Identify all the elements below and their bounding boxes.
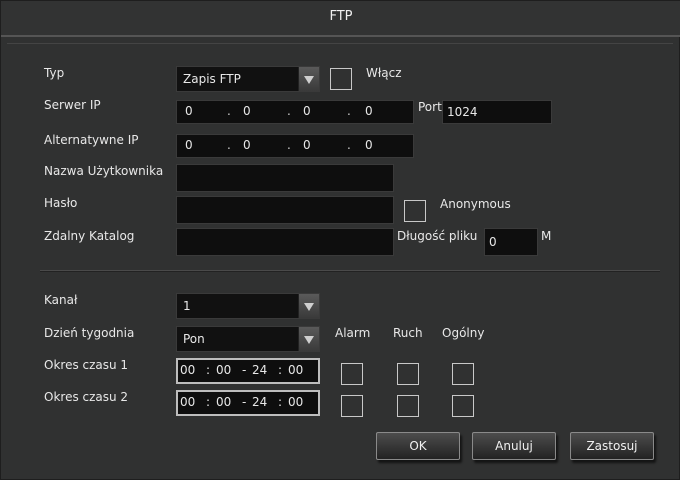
username-label: Nazwa Użytkownika [44,164,164,178]
channel-label: Kanał [44,293,78,307]
period-2-start-minute: 00 [216,395,232,409]
ip-dot: . [227,138,231,152]
chevron-down-icon[interactable] [298,294,319,318]
period-2-motion-checkbox[interactable] [397,395,419,417]
range-separator: - [242,363,247,377]
server-ip-octet-2: 0 [243,104,251,118]
period-2-start-hour: 00 [180,395,196,409]
title-bar: FTP [1,1,680,37]
weekday-select-value: Pon [183,332,205,346]
period-1-label: Okres czasu 1 [44,358,129,372]
server-ip-octet-3: 0 [303,104,311,118]
password-label: Hasło [44,196,78,210]
chevron-down-icon[interactable] [298,327,319,351]
period-2-alarm-checkbox[interactable] [341,395,363,417]
period-2-time-input[interactable]: 00 : 00 - 24 : 00 [176,390,320,416]
anonymous-label: Anonymous [440,197,511,211]
alt-ip-octet-2: 0 [243,138,251,152]
time-separator: : [278,363,283,377]
enable-checkbox[interactable] [330,68,352,90]
range-separator: - [242,395,247,409]
server-ip-label: Serwer IP [44,98,101,112]
period-2-label: Okres czasu 2 [44,390,129,404]
cancel-button[interactable]: Anuluj [472,432,556,460]
col-motion-label: Ruch [393,326,423,340]
file-length-label: Długość pliku [397,229,478,243]
password-input[interactable] [176,196,394,224]
col-alarm-label: Alarm [335,326,371,340]
port-input[interactable]: 1024 [442,100,552,124]
period-1-end-minute: 00 [288,363,304,377]
period-1-general-checkbox[interactable] [452,363,474,385]
alt-ip-octet-1: 0 [185,138,193,152]
port-label: Port [418,100,442,114]
weekday-select[interactable]: Pon [176,326,320,352]
alt-ip-label: Alternatywne IP [44,133,139,147]
period-1-start-hour: 00 [180,363,196,377]
alt-ip-octet-4: 0 [365,138,373,152]
period-1-time-input[interactable]: 00 : 00 - 24 : 00 [176,358,320,384]
period-1-alarm-checkbox[interactable] [341,363,363,385]
alt-ip-octet-3: 0 [303,138,311,152]
ip-dot: . [287,138,291,152]
period-2-end-hour: 24 [252,395,268,409]
typ-select-value: Zapis FTP [183,72,241,86]
server-ip-octet-1: 0 [185,104,193,118]
file-length-input[interactable]: 0 [484,228,538,256]
time-separator: : [278,395,283,409]
apply-button[interactable]: Zastosuj [570,432,654,460]
period-1-end-hour: 24 [252,363,268,377]
section-divider [40,270,660,272]
period-1-motion-checkbox[interactable] [397,363,419,385]
ip-dot: . [347,138,351,152]
ip-dot: . [287,104,291,118]
typ-select[interactable]: Zapis FTP [176,66,320,92]
ip-dot: . [227,104,231,118]
remote-dir-input[interactable] [176,228,394,256]
chevron-down-icon[interactable] [298,67,319,91]
dialog-title: FTP [329,9,353,24]
typ-label: Typ [44,66,65,80]
channel-select-value: 1 [183,299,191,313]
remote-dir-label: Zdalny Katalog [44,229,135,243]
time-separator: : [206,395,211,409]
anonymous-checkbox[interactable] [404,200,426,222]
server-ip-input[interactable]: 0 . 0 . 0 . 0 [176,100,414,124]
col-general-label: Ogólny [442,326,485,340]
period-2-general-checkbox[interactable] [452,395,474,417]
period-1-start-minute: 00 [216,363,232,377]
time-separator: : [206,363,211,377]
username-input[interactable] [176,164,394,192]
server-ip-octet-4: 0 [365,104,373,118]
ok-button[interactable]: OK [376,432,460,460]
ip-dot: . [347,104,351,118]
alt-ip-input[interactable]: 0 . 0 . 0 . 0 [176,134,414,158]
period-2-end-minute: 00 [288,395,304,409]
channel-select[interactable]: 1 [176,293,320,319]
enable-label: Włącz [366,66,402,80]
weekday-label: Dzień tygodnia [44,326,135,340]
file-length-unit: M [541,229,552,243]
